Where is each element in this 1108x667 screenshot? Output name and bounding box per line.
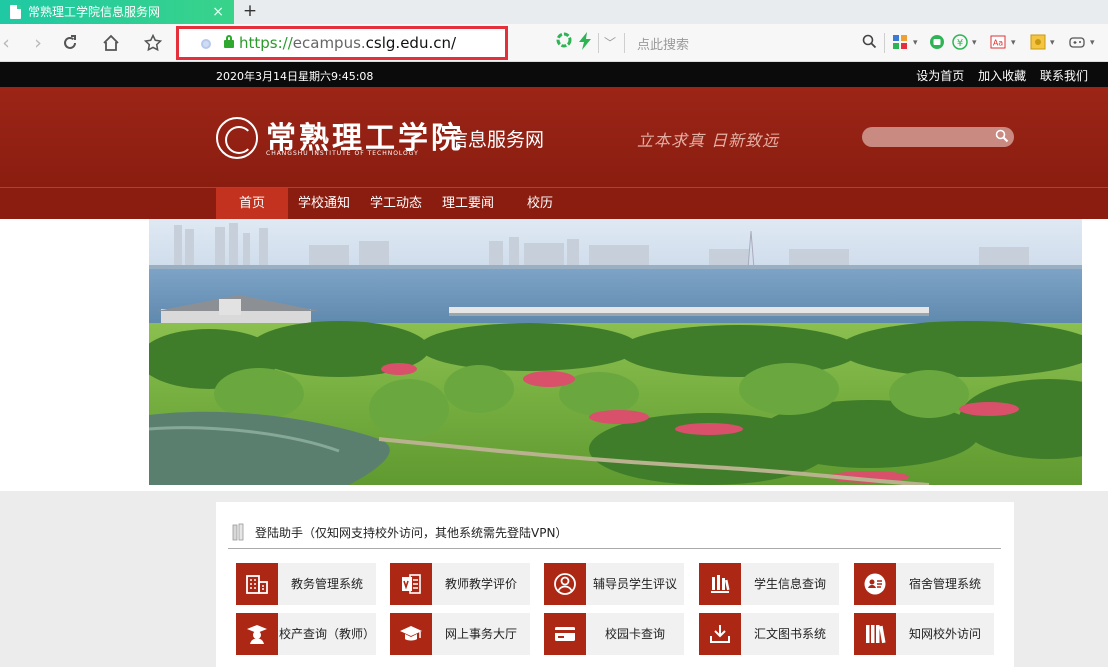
tile-label: 宿舍管理系统 [908, 577, 981, 591]
login-helper-header: 登陆助手（仅知网支持校外访问，其他系统需先登陆VPN） [228, 520, 1001, 549]
chevron-down-icon[interactable]: ▾ [972, 34, 977, 52]
library-icon [699, 563, 741, 605]
nav-item-calendar[interactable]: 校历 [504, 188, 576, 220]
nav-item-notices[interactable]: 学校通知 [288, 188, 360, 220]
login-helper-panel: 登陆助手（仅知网支持校外访问，其他系统需先登陆VPN） 教务管理系统 教师教学评… [216, 502, 1014, 667]
tile-school-property-query[interactable]: 校产查询（教师） [236, 613, 376, 655]
contact-us-link[interactable]: 联系我们 [1040, 69, 1088, 83]
page-icon [10, 5, 21, 19]
mortarboard-icon [390, 613, 432, 655]
chevron-down-icon[interactable]: ▾ [913, 34, 918, 52]
main-nav: 首页 学校通知 学工动态 理工要闻 校历 [0, 187, 1108, 220]
chevron-down-icon[interactable]: ▾ [1090, 34, 1095, 52]
lightning-icon[interactable] [578, 32, 592, 54]
tile-library-system[interactable]: 汇文图书系统 [699, 613, 839, 655]
tile-cnki-off-campus[interactable]: 知网校外访问 [854, 613, 994, 655]
office-doc-icon [390, 563, 432, 605]
bookmark-star-icon[interactable] [141, 31, 165, 55]
card-icon [544, 613, 586, 655]
tab-title: 常熟理工学院信息服务网 [28, 5, 161, 19]
book-icon [232, 523, 244, 541]
add-favorite-link[interactable]: 加入收藏 [978, 69, 1026, 83]
tile-label: 学生信息查询 [753, 577, 826, 591]
back-icon[interactable]: ‹ [0, 31, 18, 55]
tile-label: 校园卡查询 [604, 627, 665, 641]
reload-icon[interactable] [58, 31, 82, 55]
nav-item-student-affairs[interactable]: 学工动态 [360, 188, 432, 220]
current-datetime: 2020年3月14日星期六9:45:08 [216, 70, 374, 83]
tile-campus-card-query[interactable]: 校园卡查询 [544, 613, 684, 655]
tab-close-icon[interactable]: × [212, 0, 224, 24]
person-circle-icon [544, 563, 586, 605]
url-text[interactable]: https://ecampus.cslg.edu.cn/ [239, 34, 456, 52]
site-title: 信息服务网 [449, 129, 545, 151]
yuan-coin-icon[interactable]: ¥ [951, 34, 969, 52]
site-search-input[interactable] [862, 127, 1014, 147]
address-bar[interactable]: https://ecampus.cslg.edu.cn/ [176, 26, 508, 60]
topbar-links: 设为首页 加入收藏 联系我们 [906, 67, 1088, 84]
toolbar-divider [884, 33, 885, 53]
tile-label: 教师教学评价 [444, 577, 517, 591]
toolbar-divider [624, 33, 625, 53]
nav-item-news[interactable]: 理工要闻 [432, 188, 504, 220]
home-icon[interactable] [99, 31, 123, 55]
building-icon [236, 563, 278, 605]
translate-icon[interactable]: Aa [989, 34, 1007, 52]
tile-online-service-hall[interactable]: 网上事务大厅 [390, 613, 530, 655]
search-icon[interactable] [995, 129, 1009, 143]
tile-teaching-evaluation[interactable]: 教师教学评价 [390, 563, 530, 605]
search-icon[interactable] [860, 34, 878, 52]
tile-label: 知网校外访问 [908, 627, 981, 641]
browser-tab-active[interactable]: 常熟理工学院信息服务网 × [0, 0, 234, 24]
game-controller-icon[interactable] [1068, 34, 1086, 52]
campus-photo [149, 219, 1082, 485]
chevron-down-icon[interactable]: ▾ [1050, 34, 1055, 52]
school-motto: 立本求真 日新致远 [637, 131, 780, 150]
site-topbar: 2020年3月14日星期六9:45:08 设为首页 加入收藏 联系我们 [0, 62, 1108, 87]
refresh-shield-icon[interactable] [556, 32, 572, 52]
lock-icon [224, 35, 234, 48]
wechat-icon[interactable] [928, 34, 946, 52]
browser-tab-strip: 常熟理工学院信息服务网 × + [0, 0, 1108, 24]
screenshot-icon[interactable] [1029, 34, 1047, 52]
login-helper-title: 登陆助手（仅知网支持校外访问，其他系统需先登陆VPN） [255, 526, 568, 540]
site-header: 常熟理工学院 CHANGSHU INSTITUTE OF TECHNOLOGY … [0, 87, 1108, 187]
tile-label: 校产查询（教师） [278, 627, 375, 641]
tile-label: 网上事务大厅 [444, 627, 517, 641]
books-icon [854, 613, 896, 655]
forward-icon[interactable]: › [26, 31, 50, 55]
tile-dormitory-management[interactable]: 宿舍管理系统 [854, 563, 994, 605]
tile-label: 教务管理系统 [290, 577, 363, 591]
tile-counselor-review[interactable]: 辅导员学生评议 [544, 563, 684, 605]
graduate-icon [236, 613, 278, 655]
tile-student-info-query[interactable]: 学生信息查询 [699, 563, 839, 605]
browser-toolbar: ‹ › https://ecampus.cslg.edu.cn/ ﹀ 点此搜索 … [0, 24, 1108, 62]
site-info-icon[interactable] [201, 39, 211, 49]
set-homepage-link[interactable]: 设为首页 [916, 69, 964, 83]
svg-text:Aa: Aa [993, 39, 1003, 48]
tile-academic-affairs-system[interactable]: 教务管理系统 [236, 563, 376, 605]
chevron-down-icon[interactable]: ﹀ [604, 34, 616, 52]
svg-text:¥: ¥ [957, 38, 963, 49]
nav-item-home[interactable]: 首页 [216, 188, 288, 220]
toolbar-divider [598, 33, 599, 53]
new-tab-button[interactable]: + [240, 0, 260, 24]
chevron-down-icon[interactable]: ▾ [1011, 34, 1016, 52]
download-tray-icon [699, 613, 741, 655]
tile-label: 汇文图书系统 [753, 627, 826, 641]
school-seal-logo[interactable] [216, 117, 258, 159]
id-card-icon [854, 563, 896, 605]
browser-search-input[interactable]: 点此搜索 [637, 34, 689, 53]
tile-label: 辅导员学生评议 [592, 577, 677, 591]
apps-grid-icon[interactable] [891, 34, 909, 52]
school-name-english: CHANGSHU INSTITUTE OF TECHNOLOGY [266, 150, 419, 157]
